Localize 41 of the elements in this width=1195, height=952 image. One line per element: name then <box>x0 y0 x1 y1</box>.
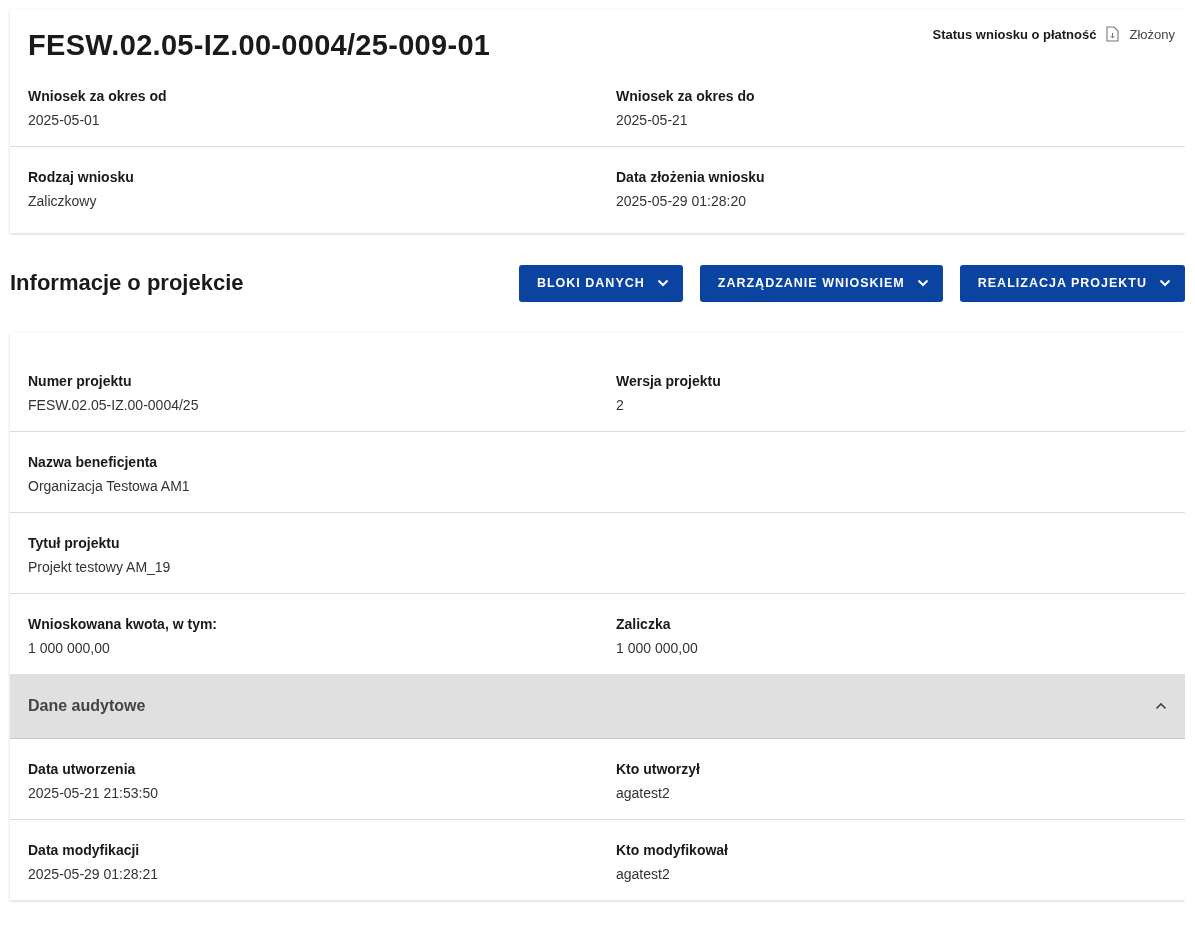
chevron-down-icon <box>916 279 929 287</box>
field-label: Nazwa beneficjenta <box>28 454 159 470</box>
accordion-header[interactable]: Dane audytowe <box>10 674 1185 739</box>
field-value: 2025-05-01 <box>28 112 101 128</box>
field-value: 2 <box>616 397 625 413</box>
status-value: Złożony <box>1129 26 1175 42</box>
chevron-icon <box>1155 702 1167 710</box>
dropdown-button[interactable]: REALIZACJA PROJEKTU <box>959 264 1185 302</box>
field-label: Data modyfikacji <box>28 842 141 858</box>
field-value: Projekt testowy AM_19 <box>28 559 172 575</box>
application-number: FESW.02.05-IZ.00-0004/25-009-01 <box>28 28 491 62</box>
field-value: 1 000 000,00 <box>28 640 111 656</box>
field-label: Wersja projektu <box>616 373 722 389</box>
field-label: Tytuł projektu <box>28 535 121 551</box>
field-label: Data złożenia wniosku <box>616 169 766 185</box>
chevron-down-icon <box>656 279 669 287</box>
field-label: Kto utworzył <box>616 761 701 777</box>
field-label: Kto modyfikował <box>616 842 729 858</box>
field-value: agatest2 <box>616 866 671 882</box>
field-value: 2025-05-21 <box>616 112 689 128</box>
document-icon <box>1106 26 1120 42</box>
field-label: Numer projektu <box>28 373 133 389</box>
chevron-down-icon <box>1159 279 1171 287</box>
field-value: Zaliczkowy <box>28 193 98 209</box>
field-label: Wniosek za okres do <box>616 88 756 104</box>
field-label: Rodzaj wniosku <box>28 169 135 185</box>
status-label: Status wniosku o płatność <box>932 26 1097 42</box>
field-value: 2025-05-29 01:28:20 <box>616 193 747 209</box>
dropdown-button[interactable]: ZARZĄDZANIE WNIOSKIEM <box>699 264 943 302</box>
field-label: Data utworzenia <box>28 761 137 777</box>
field-value: 2025-05-21 21:53:50 <box>28 785 159 801</box>
field-value: 1 000 000,00 <box>616 640 699 656</box>
field-value: 2025-05-29 01:28:21 <box>28 866 159 882</box>
field-value: agatest2 <box>616 785 671 801</box>
field-label: Wnioskowana kwota, w tym: <box>28 616 219 632</box>
field-label: Wniosek za okres od <box>28 88 168 104</box>
field-value: Organizacja Testowa AM1 <box>28 478 191 494</box>
section-title: Informacje o projekcie <box>10 270 244 296</box>
field-value: FESW.02.05-IZ.00-0004/25 <box>28 397 200 413</box>
field-label: Zaliczka <box>616 616 672 632</box>
dropdown-button[interactable]: BLOKI DANYCH <box>518 264 683 302</box>
